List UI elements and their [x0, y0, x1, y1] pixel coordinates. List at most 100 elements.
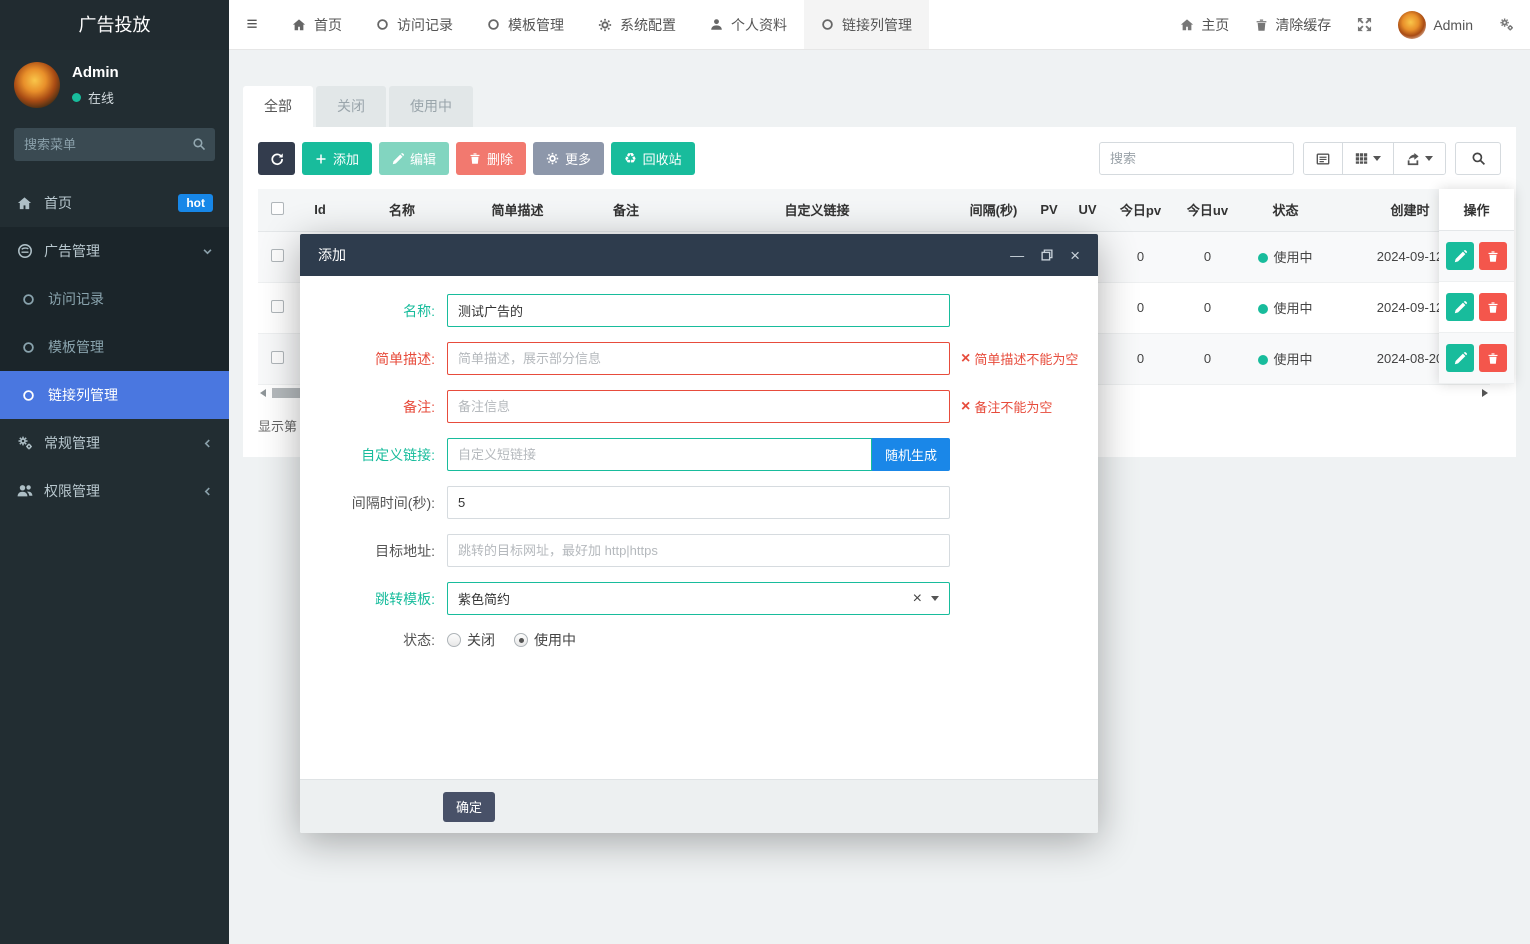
dialog-title: 添加 [318, 247, 346, 263]
search-toggle-button[interactable] [1455, 142, 1501, 175]
filter-tab-in-use[interactable]: 使用中 [389, 86, 473, 127]
tab-template-management[interactable]: 模板管理 [470, 0, 581, 49]
close-icon[interactable]: × [1070, 247, 1080, 264]
caret-down-icon [1373, 156, 1381, 161]
operation-cell [1439, 231, 1514, 282]
name-field[interactable] [447, 294, 950, 327]
scroll-right-arrow[interactable] [1482, 388, 1488, 397]
minimize-icon[interactable]: — [1010, 248, 1024, 262]
sidebar: 广告投放 Admin 在线 首页 hot 广告管理 [0, 0, 229, 944]
confirm-button[interactable]: 确定 [443, 791, 496, 822]
home-icon [292, 18, 306, 32]
sidebar-search-input[interactable] [14, 128, 215, 161]
status-radio-closed[interactable]: 关闭 [447, 630, 495, 650]
row-delete-button[interactable] [1479, 293, 1507, 321]
gears-icon [1499, 17, 1514, 32]
add-button[interactable]: 添加 [302, 142, 373, 175]
clear-selection-icon[interactable]: × [913, 590, 922, 607]
sidebar-item-general-management[interactable]: 常规管理 [0, 419, 229, 467]
column-header: 备注 [575, 189, 677, 232]
sidebar-item-permission-management[interactable]: 权限管理 [0, 467, 229, 515]
select-all-checkbox[interactable] [270, 201, 284, 215]
user-menu[interactable]: Admin [1398, 10, 1473, 39]
filter-tab-closed[interactable]: 关闭 [316, 86, 386, 127]
filter-tab-all[interactable]: 全部 [243, 86, 313, 127]
description-error: × 简单描述不能为空 [961, 349, 1079, 367]
homepage-link[interactable]: 主页 [1180, 15, 1229, 35]
tab-label: 链接列管理 [842, 16, 912, 33]
circle-icon [376, 18, 389, 31]
menu-toggle-icon[interactable]: ≡ [229, 0, 275, 49]
gears-icon [16, 435, 33, 451]
tab-label: 个人资料 [731, 16, 787, 33]
trash-icon [1487, 250, 1499, 263]
column-header: 名称 [344, 189, 460, 232]
tab-home[interactable]: 首页 [275, 0, 359, 49]
table-search-input[interactable] [1099, 142, 1294, 175]
user-panel: Admin 在线 [0, 50, 229, 118]
row-checkbox[interactable] [270, 350, 284, 364]
row-edit-button[interactable] [1446, 344, 1474, 372]
tab-profile[interactable]: 个人资料 [693, 0, 804, 49]
target-url-field[interactable] [447, 534, 950, 567]
browser-icon [16, 243, 33, 259]
row-delete-button[interactable] [1479, 242, 1507, 270]
random-generate-button[interactable]: 随机生成 [872, 438, 950, 471]
filter-tabs: 全部 关闭 使用中 [243, 86, 1516, 127]
recycle-bin-button[interactable]: ♻ 回收站 [611, 142, 695, 175]
interval-field[interactable] [447, 486, 950, 519]
row-delete-button[interactable] [1479, 344, 1507, 372]
sidebar-item-visit-records[interactable]: 访问记录 [0, 275, 229, 323]
app-root: 广告投放 Admin 在线 首页 hot 广告管理 [0, 0, 1530, 944]
user-icon [710, 18, 723, 31]
sidebar-item-label: 广告管理 [44, 243, 100, 259]
edit-button[interactable]: 编辑 [379, 142, 450, 175]
row-checkbox[interactable] [270, 248, 284, 262]
sidebar-item-ad-management[interactable]: 广告管理 [0, 227, 229, 275]
dialog-header[interactable]: 添加 — × [300, 234, 1098, 276]
avatar [14, 62, 60, 108]
template-select[interactable]: 紫色简约 × [447, 582, 950, 615]
tab-label: 首页 [314, 16, 342, 33]
row-edit-button[interactable] [1446, 242, 1474, 270]
settings-button[interactable] [1499, 17, 1514, 32]
avatar [1398, 10, 1427, 39]
maximize-icon[interactable] [1041, 249, 1053, 261]
export-button[interactable] [1393, 143, 1445, 174]
sidebar-item-home[interactable]: 首页 hot [0, 179, 229, 227]
tab-link-management[interactable]: 链接列管理 [804, 0, 929, 49]
trash-icon [1487, 301, 1499, 314]
tab-visit-records[interactable]: 访问记录 [359, 0, 470, 49]
chevron-down-icon [202, 246, 213, 257]
remark-field[interactable] [447, 390, 950, 423]
more-button[interactable]: 更多 [533, 142, 605, 175]
sidebar-item-link-management[interactable]: 链接列管理 [0, 371, 229, 419]
status-badge: 使用中 [1241, 231, 1330, 283]
scroll-left-arrow[interactable] [260, 388, 266, 397]
add-dialog: 添加 — × 名称: 简单描述: ×简单描述不能为空 备注: ×备注不能为空 [300, 234, 1098, 833]
custom-link-field[interactable] [447, 438, 872, 471]
delete-button[interactable]: 删除 [456, 142, 527, 175]
status-label: 状态: [403, 632, 435, 648]
table-header-row: Id 名称 简单描述 备注 自定义链接 间隔(秒) PV UV 今日pv 今日u… [258, 189, 1490, 232]
description-field[interactable] [447, 342, 950, 375]
chevron-left-icon [202, 486, 213, 497]
name-label: 名称: [403, 302, 435, 319]
columns-button[interactable] [1342, 143, 1393, 174]
sidebar-item-template-management[interactable]: 模板管理 [0, 323, 229, 371]
sidebar-item-label: 权限管理 [44, 483, 100, 499]
row-edit-button[interactable] [1446, 293, 1474, 321]
status-radio-in-use[interactable]: 使用中 [514, 630, 576, 650]
status-badge: 使用中 [1241, 282, 1330, 334]
row-checkbox[interactable] [270, 299, 284, 313]
detail-view-button[interactable] [1304, 143, 1342, 174]
sidebar-item-label: 链接列管理 [48, 387, 118, 403]
app-title: 广告投放 [0, 0, 229, 50]
sidebar-item-label: 访问记录 [48, 291, 104, 307]
pencil-icon [1454, 351, 1467, 365]
tab-system-config[interactable]: 系统配置 [581, 0, 693, 49]
refresh-button[interactable] [258, 142, 295, 175]
fullscreen-button[interactable] [1357, 17, 1372, 32]
export-icon [1406, 152, 1420, 166]
clear-cache-button[interactable]: 清除缓存 [1255, 15, 1331, 35]
